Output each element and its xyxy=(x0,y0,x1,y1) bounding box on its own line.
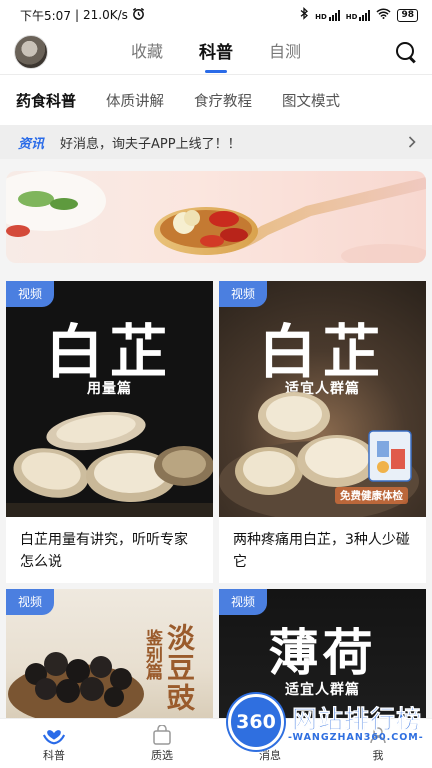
video-caption: 白芷用量有讲究，听听专家怎么说 xyxy=(20,532,188,570)
free-checkup-label[interactable]: 免费健康体检 xyxy=(335,487,408,504)
watermark-logo: 360 网站排行榜 -WANGZHAN360.COM- xyxy=(218,694,428,754)
watermark-text: 网站排行榜 xyxy=(292,705,423,735)
video-caption: 两种疼痛用白芷，3种人少碰它 xyxy=(233,532,410,570)
alarm-icon xyxy=(132,7,145,23)
app-screen: 下午5:07 | 21.0K/s HD HD 98 收藏 科普 自测 药食科普 … xyxy=(0,0,432,768)
video-thumbnail: 视频 淡豆豉 鉴别篇 xyxy=(6,589,213,719)
status-bar: 下午5:07 | 21.0K/s HD HD 98 xyxy=(0,0,432,30)
category-tabs: 药食科普 体质讲解 食疗教程 图文模式 xyxy=(0,75,432,125)
tab-favorites[interactable]: 收藏 xyxy=(131,38,163,66)
video-badge: 视频 xyxy=(6,589,55,615)
video-badge: 视频 xyxy=(219,589,268,615)
tab-self-test[interactable]: 自测 xyxy=(269,38,301,66)
herb-slices-image xyxy=(6,411,213,517)
video-thumbnail: 视频 白芷 用量篇 xyxy=(6,281,213,517)
heart-hands-icon xyxy=(42,725,66,745)
top-tabs: 收藏 科普 自测 xyxy=(0,30,432,74)
bluetooth-icon xyxy=(300,7,309,23)
thumbnail-title: 薄荷 xyxy=(268,623,377,682)
nav-item-quality[interactable]: 质选 xyxy=(122,724,202,763)
status-time: 下午5:07 xyxy=(20,8,71,23)
video-thumbnail: 视频 白芷 适宜人群篇 免费健康体检 xyxy=(219,281,426,517)
status-speed: 21.0K/s xyxy=(83,8,128,22)
bag-icon xyxy=(150,724,174,745)
category-tab-constitution[interactable]: 体质讲解 xyxy=(106,90,164,111)
video-grid: 视频 白芷 用量篇 白芷用量有讲究，听听专家怎么说 视频 白芷 适宜人群篇 免费… xyxy=(6,281,426,719)
category-tab-article-mode[interactable]: 图文模式 xyxy=(282,90,340,111)
category-tab-diet-therapy[interactable]: 食疗教程 xyxy=(194,90,252,111)
video-card[interactable]: 视频 淡豆豉 鉴别篇 xyxy=(6,589,213,719)
banner-image xyxy=(6,171,426,263)
top-nav: 收藏 科普 自测 xyxy=(0,30,432,74)
signal-icon-2: HD xyxy=(346,9,371,21)
tab-science[interactable]: 科普 xyxy=(199,38,233,67)
herb-slices-image xyxy=(219,392,419,517)
battery-icon: 98 xyxy=(397,8,418,22)
nav-item-science[interactable]: 科普 xyxy=(14,725,94,763)
signal-icon-1: HD xyxy=(315,9,340,21)
video-card[interactable]: 视频 白芷 用量篇 白芷用量有讲究，听听专家怎么说 xyxy=(6,281,213,583)
news-text: 好消息，询夫子APP上线了！！ xyxy=(60,136,241,152)
video-card[interactable]: 视频 白芷 适宜人群篇 免费健康体检 两种疼痛用白芷，3种人少碰它 xyxy=(219,281,426,583)
video-badge: 视频 xyxy=(219,281,268,307)
wifi-icon xyxy=(376,8,392,22)
video-badge: 视频 xyxy=(6,281,55,307)
avatar[interactable] xyxy=(14,35,48,69)
chevron-right-icon[interactable] xyxy=(408,133,416,152)
news-tag: 资讯 xyxy=(18,136,45,152)
nav-label: 科普 xyxy=(43,748,65,762)
watermark-url: -WANGZHAN360.COM- xyxy=(288,732,424,743)
search-icon[interactable] xyxy=(394,40,418,64)
promo-banner[interactable] xyxy=(6,171,426,263)
news-bar[interactable]: 资讯 好消息，询夫子APP上线了！！ xyxy=(0,125,432,159)
nav-label: 质选 xyxy=(151,748,173,762)
watermark-badge: 360 xyxy=(228,694,284,750)
category-tab-food-medicine[interactable]: 药食科普 xyxy=(16,90,76,111)
